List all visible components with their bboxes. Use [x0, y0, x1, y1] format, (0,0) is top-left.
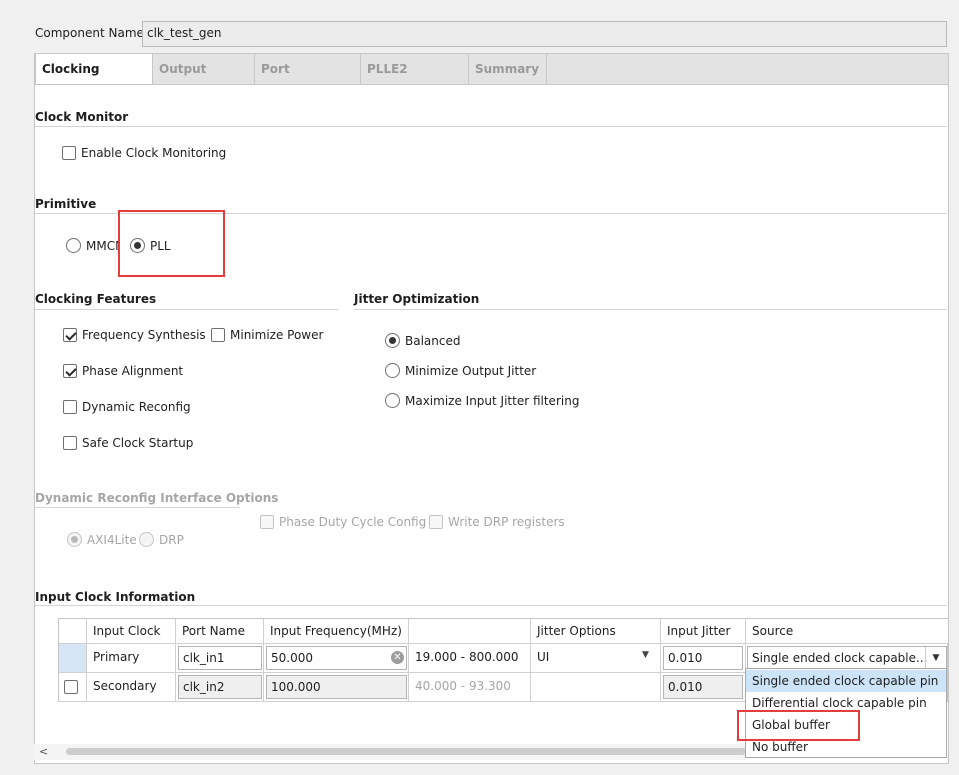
component-name-label: Component Name — [35, 26, 144, 40]
axi4lite-radio[interactable] — [67, 532, 82, 547]
maximize-input-jitter-label: Maximize Input Jitter filtering — [405, 394, 580, 408]
input-jitter-input[interactable]: 0.010 — [663, 646, 743, 670]
input-jitter-input[interactable]: 0.010 — [663, 675, 743, 699]
drp-radio[interactable] — [139, 532, 154, 547]
global-buffer-highlight-box — [737, 710, 860, 741]
mmcm-label: MMCM — [86, 239, 120, 253]
write-drp-registers-checkbox[interactable] — [429, 515, 443, 529]
phase-duty-cycle-label: Phase Duty Cycle Config — [279, 515, 427, 529]
dynamic-reconfig-checkbox[interactable] — [63, 400, 77, 414]
component-name-input[interactable]: clk_test_gen — [142, 21, 947, 47]
divider — [35, 309, 338, 310]
clock-monitor-title: Clock Monitor — [35, 110, 129, 124]
tab-output-clocks[interactable]: Output Clocks — [153, 54, 255, 106]
column-header: Jitter Options — [531, 619, 661, 644]
safe-clock-startup-checkbox[interactable] — [63, 436, 77, 450]
input-frequency-input[interactable]: 50.000 — [266, 646, 407, 670]
balanced-label: Balanced — [405, 334, 461, 348]
phase-alignment-checkbox[interactable] — [63, 364, 77, 378]
jitter-optimization-title: Jitter Optimization — [354, 292, 480, 306]
dropdown-option[interactable]: Single ended clock capable pin — [746, 670, 946, 692]
minimize-output-jitter-radio[interactable] — [385, 363, 400, 378]
frequency-range: 40.000 - 93.300 — [409, 673, 531, 702]
frequency-range: 19.000 - 800.000 — [409, 644, 531, 673]
secondary-clock-checkbox[interactable] — [64, 680, 78, 694]
maximize-input-jitter-radio[interactable] — [385, 393, 400, 408]
balanced-radio[interactable] — [385, 333, 400, 348]
clocking-features-title: Clocking Features — [35, 292, 157, 306]
axi4lite-label: AXI4Lite — [87, 533, 137, 547]
column-header — [409, 619, 531, 644]
pll-highlight-box — [118, 210, 225, 277]
divider — [35, 507, 240, 508]
column-header: Input Jitter — [661, 619, 746, 644]
row-selector[interactable] — [59, 644, 87, 673]
dynamic-reconfig-label: Dynamic Reconfig — [82, 400, 191, 414]
jitter-option-select[interactable] — [531, 673, 661, 702]
tab-plle2-settings[interactable]: PLLE2 Settings — [361, 54, 469, 106]
input-clock-information-title: Input Clock Information — [35, 590, 196, 604]
enable-clock-monitoring-label: Enable Clock Monitoring — [81, 146, 227, 160]
frequency-synthesis-label: Frequency Synthesis — [82, 328, 206, 342]
primitive-title: Primitive — [35, 197, 97, 211]
table-cell: Secondary — [87, 673, 176, 702]
divider — [35, 126, 947, 127]
table-cell: Primary — [87, 644, 176, 673]
source-select[interactable]: Single ended clock capable... — [747, 646, 947, 670]
column-header: Port Name — [176, 619, 264, 644]
minimize-power-checkbox[interactable] — [211, 328, 225, 342]
chevron-left-icon[interactable]: < — [39, 745, 48, 758]
mmcm-radio[interactable] — [66, 238, 81, 253]
input-frequency-input[interactable]: 100.000 — [266, 675, 407, 699]
minimize-power-label: Minimize Power — [230, 328, 324, 342]
table-corner-header — [59, 619, 87, 644]
tab-bar: Clocking Options Output Clocks Port Rena… — [34, 53, 949, 106]
tab-port-renaming[interactable]: Port Renaming — [255, 54, 361, 106]
column-header: Source — [746, 619, 948, 644]
tab-summary[interactable]: Summary — [469, 54, 547, 85]
minimize-output-jitter-label: Minimize Output Jitter — [405, 364, 537, 378]
port-name-input[interactable]: clk_in2 — [178, 675, 262, 699]
enable-clock-monitoring-checkbox[interactable] — [62, 146, 76, 160]
dynamic-reconfig-interface-title: Dynamic Reconfig Interface Options — [35, 491, 279, 505]
write-drp-registers-label: Write DRP registers — [448, 515, 565, 529]
phase-alignment-label: Phase Alignment — [82, 364, 184, 378]
chevron-down-icon[interactable]: ▼ — [642, 650, 649, 660]
phase-duty-cycle-checkbox[interactable] — [260, 515, 274, 529]
clear-icon[interactable]: ✕ — [391, 651, 404, 664]
divider — [354, 309, 947, 310]
column-header: Input Clock — [87, 619, 176, 644]
column-header: Input Frequency(MHz) — [264, 619, 409, 644]
scrollbar-thumb[interactable] — [66, 748, 746, 755]
divider — [35, 605, 947, 606]
tab-clocking-options[interactable]: Clocking Options — [35, 54, 153, 106]
safe-clock-startup-label: Safe Clock Startup — [82, 436, 194, 450]
chevron-down-icon[interactable]: ▼ — [925, 647, 946, 669]
port-name-input[interactable]: clk_in1 — [178, 646, 262, 670]
drp-label: DRP — [159, 533, 184, 547]
frequency-synthesis-checkbox[interactable] — [63, 328, 77, 342]
